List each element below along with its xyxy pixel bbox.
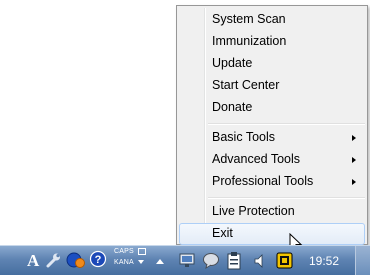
taskbar-clock[interactable]: 19:52 [309, 254, 339, 268]
menu-item-label: Immunization [212, 34, 287, 48]
submenu-arrow-icon [352, 135, 356, 141]
tray-context-menu: System Scan Immunization Update Start Ce… [176, 5, 368, 245]
menu-item-label: Start Center [212, 78, 280, 92]
menu-item-label: Professional Tools [212, 174, 314, 188]
kana-icon [137, 260, 144, 265]
clipboard-icon[interactable] [226, 251, 242, 270]
menu-item-exit[interactable]: Exit [179, 223, 365, 245]
menu-item-label: Exit [212, 226, 233, 240]
tools-icon[interactable] [45, 252, 62, 269]
show-desktop-button[interactable] [355, 246, 370, 275]
menu-separator [208, 123, 365, 125]
menu-separator [208, 197, 365, 199]
action-center-icon[interactable] [202, 252, 220, 270]
ime-mode-indicator[interactable]: A [27, 251, 39, 271]
menu-item-basic-tools[interactable]: Basic Tools [179, 127, 365, 149]
caps-icon [138, 247, 147, 255]
spybot-tray-icon[interactable] [276, 251, 294, 270]
menu-item-label: Live Protection [212, 204, 295, 218]
menu-item-advanced-tools[interactable]: Advanced Tools [179, 149, 365, 171]
kana-label: KANA [114, 259, 134, 266]
menu-item-label: Basic Tools [212, 130, 275, 144]
menu-item-system-scan[interactable]: System Scan [179, 9, 365, 31]
menu-item-live-protection[interactable]: Live Protection [179, 201, 365, 223]
help-icon[interactable]: ? [89, 250, 107, 268]
svg-text:?: ? [95, 254, 102, 266]
network-icon[interactable] [178, 253, 196, 269]
ime-caps-kana-indicator[interactable]: CAPS KANA [114, 247, 147, 267]
submenu-arrow-icon [352, 157, 356, 163]
ime-pad-icon[interactable] [66, 251, 86, 269]
submenu-arrow-icon [352, 179, 356, 185]
volume-icon[interactable] [253, 253, 269, 269]
menu-item-professional-tools[interactable]: Professional Tools [179, 171, 365, 193]
taskbar: A ? CAPS KANA 19:52 [0, 245, 370, 275]
menu-item-immunization[interactable]: Immunization [179, 31, 365, 53]
menu-item-label: System Scan [212, 12, 286, 26]
menu-item-label: Donate [212, 100, 253, 114]
menu-item-label: Advanced Tools [212, 152, 301, 166]
menu-item-donate[interactable]: Donate [179, 97, 365, 119]
menu-item-label: Update [212, 56, 253, 70]
menu-item-start-center[interactable]: Start Center [179, 75, 365, 97]
show-hidden-icons-button[interactable] [156, 259, 164, 264]
caps-label: CAPS [114, 248, 134, 255]
menu-item-update[interactable]: Update [179, 53, 365, 75]
